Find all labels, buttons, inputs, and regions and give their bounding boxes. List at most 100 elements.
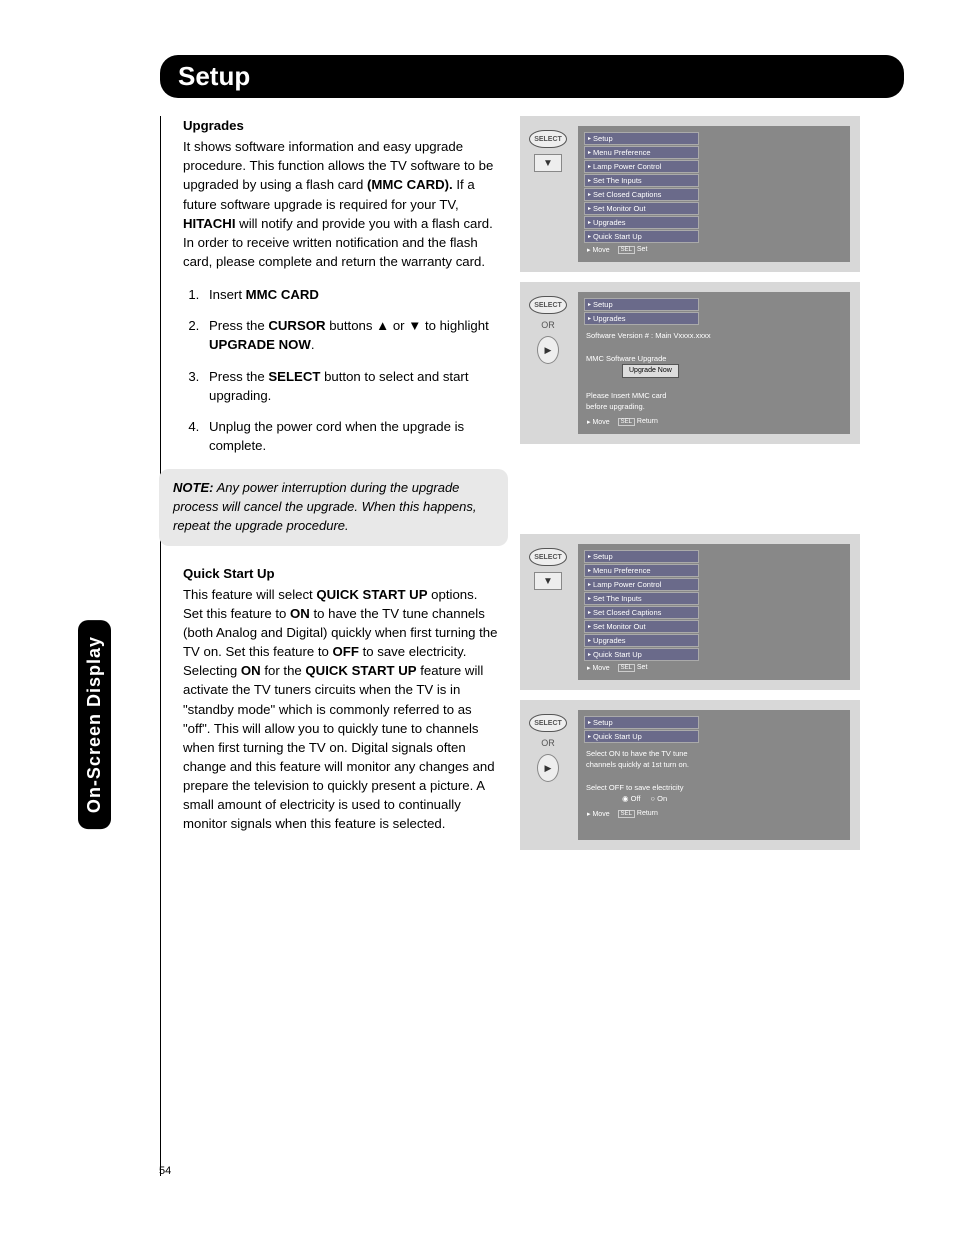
menu-item[interactable]: Menu Preference [584, 146, 699, 159]
menu-item[interactable]: Set Monitor Out [584, 202, 699, 215]
text: SEL [618, 418, 635, 426]
text: Press the [209, 318, 268, 333]
qs-line: Select ON to have the TV tune [586, 748, 842, 759]
side-tab: On-Screen Display [78, 620, 111, 829]
menu-item[interactable]: Lamp Power Control [584, 578, 699, 591]
text: Move [592, 247, 609, 254]
step-2: Press the CURSOR buttons ▲ or ▼ to highl… [203, 316, 500, 354]
menu-item[interactable]: Quick Start Up [584, 648, 699, 661]
warn-text: Please Insert MMC card [586, 390, 842, 401]
step-1: Insert MMC CARD [203, 285, 500, 304]
text-column: 54 Upgrades It shows software informatio… [160, 116, 500, 1176]
qs-line: channels quickly at 1st turn on. [586, 759, 842, 770]
text: Return [637, 810, 658, 817]
menu-item[interactable]: Setup [584, 132, 699, 145]
upgrade-now-button[interactable]: Upgrade Now [622, 364, 679, 379]
menu-footer: ▸ Move SEL Set [584, 662, 699, 674]
text: Press the [209, 369, 268, 384]
or-text: OR [541, 738, 555, 748]
osd-panel-setup-menu-2: SELECT ▼ Setup Menu Preference Lamp Powe… [520, 534, 860, 690]
note-text: Any power interruption during the upgrad… [173, 480, 477, 533]
warn-text: before upgrading. [586, 401, 842, 412]
text: Return [637, 418, 658, 425]
menu-footer: ▸ Move SEL Return [584, 416, 844, 428]
page-title: Setup [160, 55, 904, 98]
or-text: OR [541, 320, 555, 330]
text: SEL [618, 664, 635, 672]
osd-panel-upgrades: SELECT OR ▶ Setup Upgrades Software Vers… [520, 282, 860, 444]
mmc-upgrade-label: MMC Software Upgrade [586, 353, 842, 364]
quickstart-heading: Quick Start Up [183, 564, 500, 583]
off-option[interactable]: ◉ Off [622, 793, 641, 804]
menu-item[interactable]: Set Closed Captions [584, 188, 699, 201]
upgrade-steps: Insert MMC CARD Press the CURSOR buttons… [183, 285, 500, 455]
text-bold: OFF [333, 644, 359, 659]
quickstart-para: This feature will select QUICK START UP … [183, 585, 500, 834]
menu-crumb: Upgrades [584, 312, 699, 325]
text: SEL [618, 810, 635, 818]
text: Move [592, 811, 609, 818]
text: On [657, 794, 667, 803]
text-bold: ON [241, 663, 261, 678]
osd-column: SELECT ▼ Setup Menu Preference Lamp Powe… [520, 116, 860, 1176]
text: Set [637, 246, 648, 253]
menu-item[interactable]: Set The Inputs [584, 174, 699, 187]
text: Move [592, 419, 609, 426]
note-label: NOTE: [173, 480, 213, 495]
setup-menu-list: Setup Menu Preference Lamp Power Control… [584, 550, 699, 674]
menu-item[interactable]: Lamp Power Control [584, 160, 699, 173]
down-arrow-icon[interactable]: ▼ [534, 154, 562, 172]
menu-footer: ▸ Move SEL Set [584, 244, 699, 256]
text: Move [592, 665, 609, 672]
menu-item[interactable]: Set The Inputs [584, 592, 699, 605]
menu-crumb: Setup [584, 298, 699, 311]
select-button[interactable]: SELECT [529, 548, 567, 566]
text-bold: MMC CARD [246, 287, 319, 302]
step-4: Unplug the power cord when the upgrade i… [203, 417, 500, 455]
osd-panel-setup-menu: SELECT ▼ Setup Menu Preference Lamp Powe… [520, 116, 860, 272]
text: SEL [618, 246, 635, 254]
text: feature will activate the TV tuners circ… [183, 663, 495, 831]
right-arrow-icon[interactable]: ▶ [537, 754, 559, 782]
menu-item[interactable]: Menu Preference [584, 564, 699, 577]
menu-crumb: Setup [584, 716, 699, 729]
menu-item[interactable]: Upgrades [584, 216, 699, 229]
upgrades-intro: It shows software information and easy u… [183, 137, 500, 271]
select-button[interactable]: SELECT [529, 130, 567, 148]
page-number: 54 [159, 1164, 171, 1180]
text: Set [637, 664, 648, 671]
right-arrow-icon[interactable]: ▶ [537, 336, 559, 364]
select-button[interactable]: SELECT [529, 296, 567, 314]
text-bold: HITACHI [183, 216, 236, 231]
menu-item[interactable]: Upgrades [584, 634, 699, 647]
select-button[interactable]: SELECT [529, 714, 567, 732]
text: Off [631, 794, 641, 803]
down-arrow-icon[interactable]: ▼ [534, 572, 562, 590]
step-3: Press the SELECT button to select and st… [203, 367, 500, 405]
setup-menu-list: Setup Menu Preference Lamp Power Control… [584, 132, 699, 256]
text-bold: (MMC CARD). [367, 177, 453, 192]
qs-line: Select OFF to save electricity [586, 782, 842, 793]
osd-panel-quickstart: SELECT OR ▶ Setup Quick Start Up Select … [520, 700, 860, 850]
menu-item[interactable]: Set Monitor Out [584, 620, 699, 633]
text-bold: SELECT [268, 369, 320, 384]
menu-item[interactable]: Setup [584, 550, 699, 563]
text: buttons ▲ or ▼ to highlight [326, 318, 489, 333]
text-bold: QUICK START UP [316, 587, 427, 602]
on-option[interactable]: ○ On [651, 793, 668, 804]
text: for the [261, 663, 306, 678]
note-box: NOTE: Any power interruption during the … [159, 469, 508, 546]
text-bold: ON [290, 606, 310, 621]
text: This feature will select [183, 587, 316, 602]
upgrades-heading: Upgrades [183, 116, 500, 135]
menu-footer: ▸ Move SEL Return [584, 808, 844, 820]
text: Insert [209, 287, 246, 302]
menu-crumb: Quick Start Up [584, 730, 699, 743]
text-bold: CURSOR [268, 318, 325, 333]
menu-item[interactable]: Set Closed Captions [584, 606, 699, 619]
text-bold: QUICK START UP [305, 663, 416, 678]
software-version: Software Version # : Main Vxxxx.xxxx [586, 330, 842, 341]
text: . [311, 337, 315, 352]
menu-item[interactable]: Quick Start Up [584, 230, 699, 243]
text-bold: UPGRADE NOW [209, 337, 311, 352]
